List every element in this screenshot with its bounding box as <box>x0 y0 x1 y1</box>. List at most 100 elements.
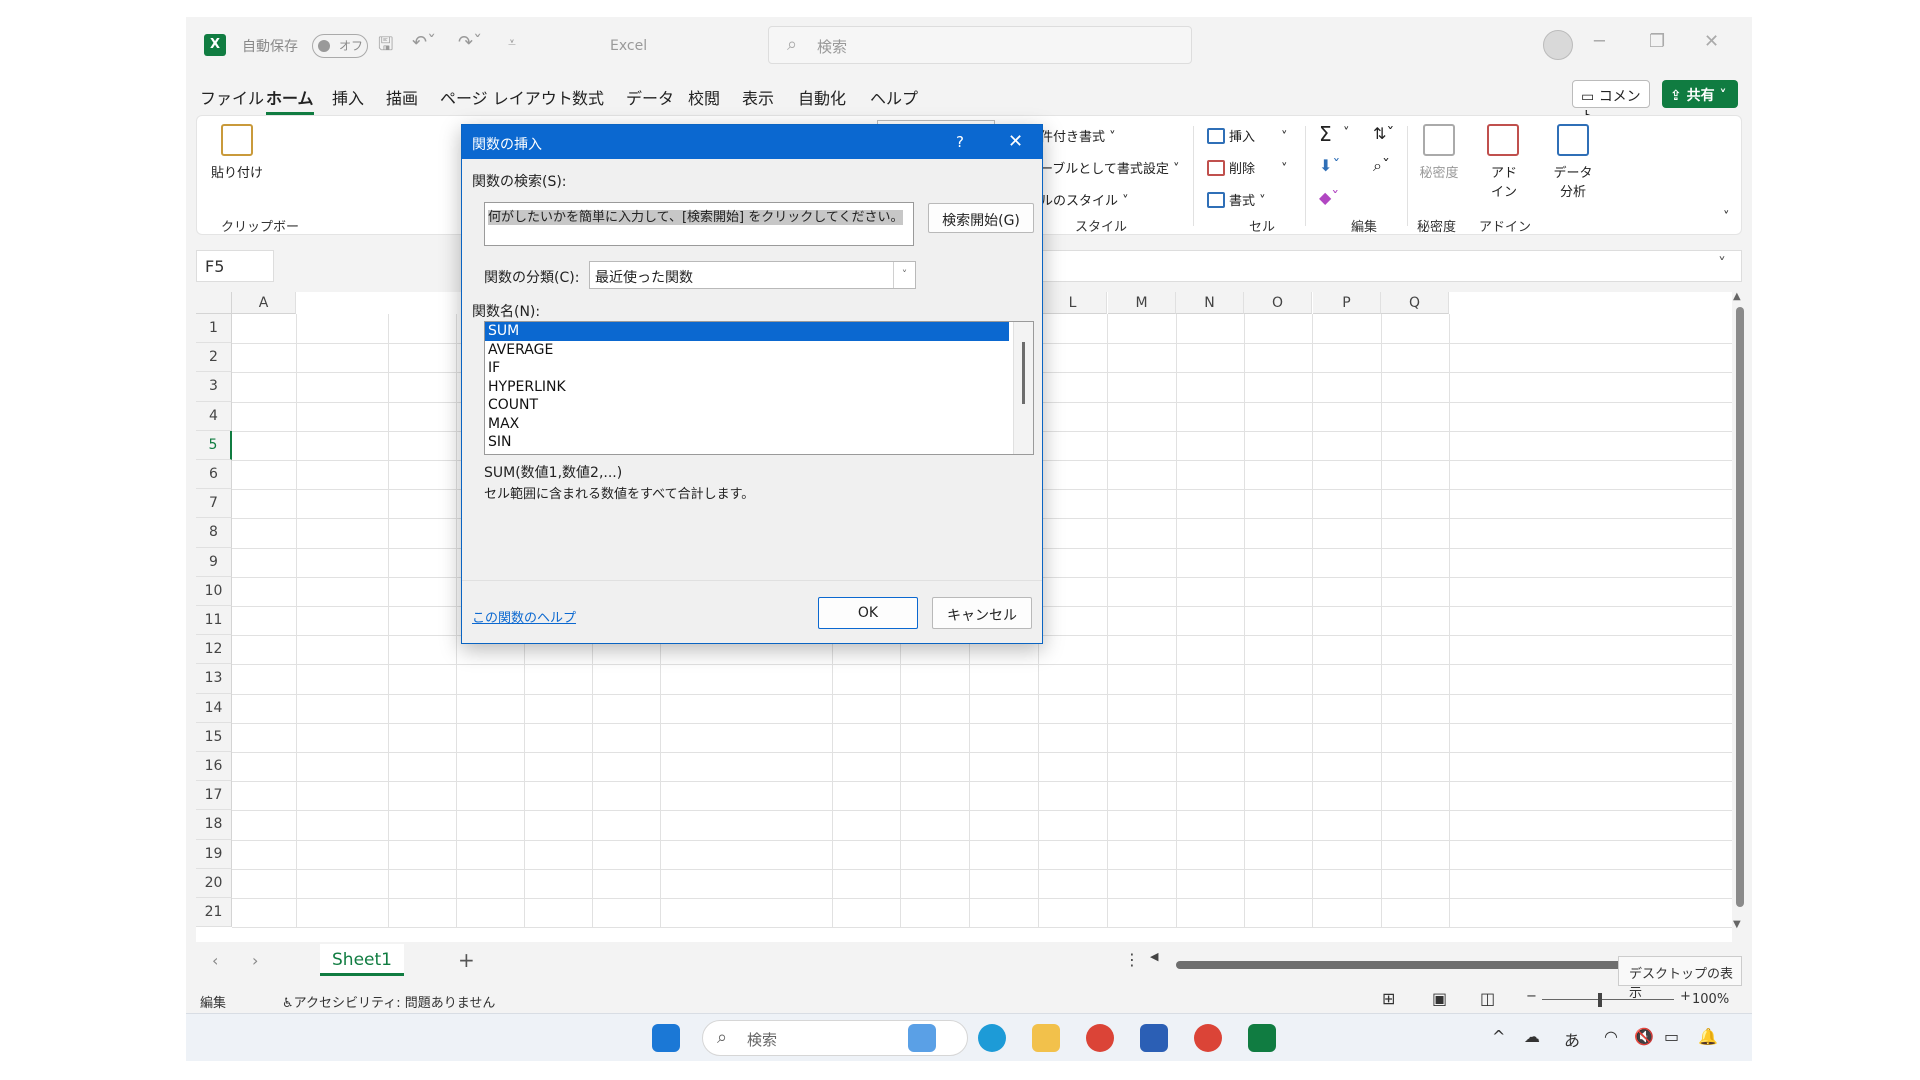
accessibility-status[interactable]: ♿アクセシビリティ: 問題ありません <box>282 992 495 1011</box>
normal-view-icon[interactable]: ⊞ <box>1382 989 1395 1008</box>
prev-sheet-icon[interactable]: ‹ <box>212 951 218 970</box>
zoom-level[interactable]: 100% <box>1692 992 1729 1007</box>
title-search-box[interactable]: ⌕ 検索 <box>768 26 1192 64</box>
cancel-button[interactable]: キャンセル <box>932 597 1032 629</box>
sort-filter-icon[interactable]: ⇅ˇ <box>1373 124 1394 143</box>
tab-help[interactable]: ヘルプ <box>870 85 918 109</box>
minimize-icon[interactable]: ─ <box>1594 31 1605 52</box>
ok-button[interactable]: OK <box>818 597 918 629</box>
data-analysis-icon[interactable] <box>1557 124 1589 156</box>
save-icon[interactable]: 🖫 <box>378 32 393 62</box>
column-header-o[interactable]: O <box>1244 292 1312 314</box>
row-header-21[interactable]: 21 <box>196 898 232 928</box>
list-scrollbar[interactable] <box>1013 322 1033 454</box>
format-cells-button[interactable]: 書式 ˅ <box>1207 190 1266 209</box>
row-header-17[interactable]: 17 <box>196 781 232 811</box>
paste-icon[interactable] <box>221 124 253 156</box>
row-header-5[interactable]: 5 <box>196 430 232 460</box>
tray-overflow-icon[interactable]: ^ <box>1492 1027 1505 1046</box>
widgets-icon[interactable] <box>908 1024 936 1052</box>
vertical-scrollbar[interactable] <box>1736 307 1744 907</box>
page-break-view-icon[interactable]: ◫ <box>1480 989 1495 1008</box>
zoom-out-icon[interactable]: − <box>1526 989 1537 1004</box>
row-header-15[interactable]: 15 <box>196 722 232 752</box>
scroll-down-icon[interactable]: ▼ <box>1733 919 1741 930</box>
row-header-19[interactable]: 19 <box>196 839 232 869</box>
function-search-input[interactable]: 何がしたいかを簡単に入力して、[検索開始] をクリックしてください。 <box>484 202 914 246</box>
column-header-n[interactable]: N <box>1176 292 1244 314</box>
row-header-14[interactable]: 14 <box>196 693 232 723</box>
restore-icon[interactable]: ❐ <box>1649 31 1665 52</box>
addins-icon[interactable] <box>1487 124 1519 156</box>
list-item-hyperlink[interactable]: HYPERLINK <box>485 378 1033 397</box>
column-header-a[interactable]: A <box>232 292 296 314</box>
edge-browser-icon[interactable] <box>978 1024 1006 1052</box>
paste-label[interactable]: 貼り付け <box>211 162 263 181</box>
add-sheet-button[interactable]: + <box>458 948 475 972</box>
wifi-icon[interactable]: ◠ <box>1604 1027 1618 1046</box>
category-select[interactable]: 最近使った関数 ˅ <box>589 261 916 289</box>
list-item-if[interactable]: IF <box>485 359 1033 378</box>
windows-start-icon[interactable] <box>652 1024 680 1052</box>
chrome-icon[interactable] <box>1086 1024 1114 1052</box>
next-sheet-icon[interactable]: › <box>252 951 258 970</box>
column-header-q[interactable]: Q <box>1381 292 1449 314</box>
close-window-icon[interactable]: ✕ <box>1704 31 1719 52</box>
insert-cells-button[interactable]: 挿入 ˅ <box>1207 126 1288 145</box>
tab-automate[interactable]: 自動化 <box>798 85 846 109</box>
scroll-up-icon[interactable]: ▲ <box>1733 291 1741 302</box>
row-header-9[interactable]: 9 <box>196 547 232 577</box>
addins-button[interactable]: アドイン <box>1487 162 1521 200</box>
speaker-muted-icon[interactable]: 🔇 <box>1634 1027 1654 1046</box>
row-header-12[interactable]: 12 <box>196 635 232 665</box>
ime-indicator[interactable]: あ <box>1564 1027 1580 1051</box>
autosum-icon[interactable]: Σ <box>1319 122 1332 146</box>
redo-icon[interactable]: ↷ˇ <box>458 32 482 53</box>
list-item-max[interactable]: MAX <box>485 415 1033 434</box>
sensitivity-button[interactable]: 秘密度 <box>1419 162 1459 181</box>
name-box[interactable]: F5 <box>196 250 274 282</box>
column-header-m[interactable]: M <box>1108 292 1176 314</box>
chrome-profile-icon[interactable] <box>1194 1024 1222 1052</box>
help-icon[interactable]: ? <box>956 133 964 151</box>
comment-button[interactable]: ▭ コメント <box>1572 80 1650 125</box>
customize-quick-access-icon[interactable]: ⩡ <box>508 35 516 51</box>
row-header-11[interactable]: 11 <box>196 606 232 636</box>
excel-taskbar-icon[interactable] <box>1248 1024 1276 1052</box>
tab-file[interactable]: ファイル <box>200 85 264 109</box>
zoom-in-icon[interactable]: + <box>1680 989 1691 1004</box>
tab-page-layout[interactable]: ページ レイアウト <box>440 85 573 109</box>
account-avatar[interactable] <box>1543 30 1573 60</box>
tab-home[interactable]: ホーム <box>266 85 314 115</box>
list-item-count[interactable]: COUNT <box>485 396 1033 415</box>
expand-formula-bar-icon[interactable]: ˅ <box>1718 254 1726 273</box>
fill-icon[interactable]: ⬇ˇ <box>1319 156 1340 175</box>
function-list[interactable]: SUM AVERAGE IF HYPERLINK COUNT MAX SIN <box>484 321 1034 455</box>
find-select-icon[interactable]: ⌕ˇ <box>1373 156 1390 176</box>
notification-bell-icon[interactable]: 🔔 <box>1698 1027 1718 1046</box>
list-item-sum[interactable]: SUM <box>485 322 1009 341</box>
row-header-2[interactable]: 2 <box>196 343 232 373</box>
list-item-average[interactable]: AVERAGE <box>485 341 1033 360</box>
chevron-down-icon[interactable]: ˅ <box>1343 126 1350 141</box>
ribbon-collapse-icon[interactable]: ˅ <box>1723 210 1730 225</box>
row-header-10[interactable]: 10 <box>196 576 232 606</box>
row-header-4[interactable]: 4 <box>196 401 232 431</box>
onedrive-icon[interactable]: ☁ <box>1524 1027 1540 1046</box>
battery-icon[interactable]: ▭ <box>1664 1027 1679 1046</box>
column-header-l[interactable]: L <box>1039 292 1107 314</box>
row-header-18[interactable]: 18 <box>196 810 232 840</box>
tab-insert[interactable]: 挿入 <box>332 85 364 109</box>
close-icon[interactable]: ✕ <box>1008 131 1023 152</box>
scroll-left-icon[interactable]: ◀ <box>1150 950 1158 963</box>
row-header-13[interactable]: 13 <box>196 664 232 694</box>
list-scrollbar-thumb[interactable] <box>1022 342 1025 404</box>
list-item-sin[interactable]: SIN <box>485 433 1033 452</box>
row-header-1[interactable]: 1 <box>196 314 232 344</box>
search-start-button[interactable]: 検索開始(G) <box>928 203 1034 233</box>
select-all-corner[interactable] <box>196 292 232 314</box>
autosave-toggle[interactable]: オフ <box>312 34 368 58</box>
zoom-slider[interactable] <box>1542 999 1674 1000</box>
sensitivity-icon[interactable] <box>1423 124 1455 156</box>
page-layout-view-icon[interactable]: ▣ <box>1432 989 1447 1008</box>
